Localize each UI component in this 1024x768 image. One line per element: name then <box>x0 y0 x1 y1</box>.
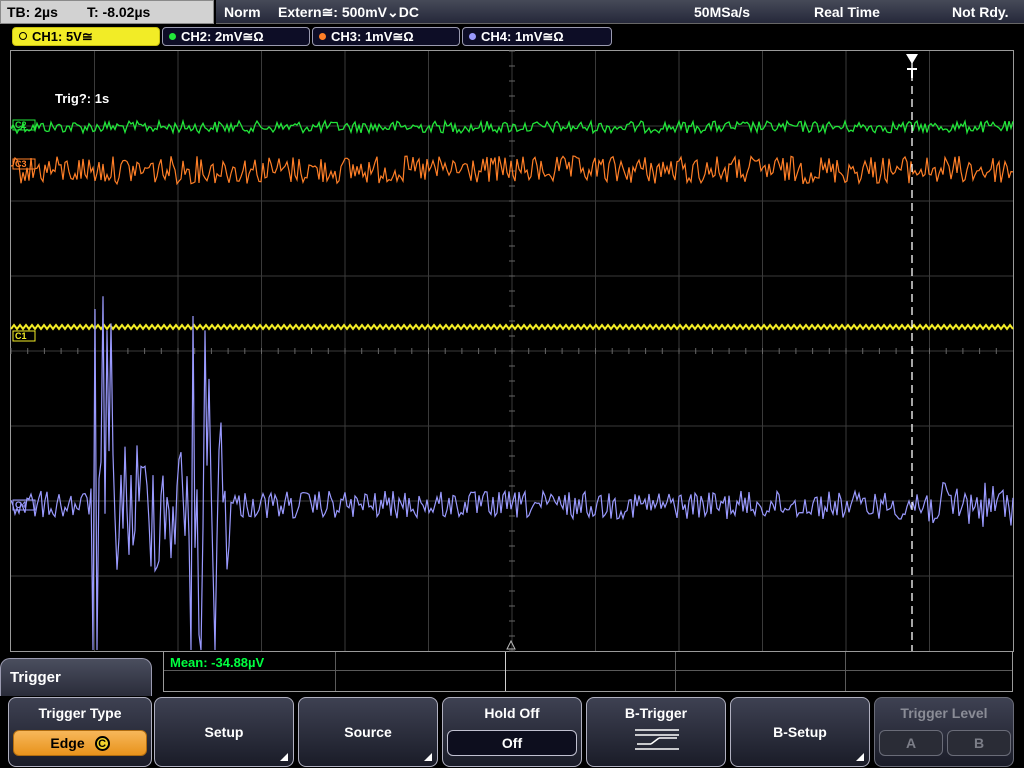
source-softkey[interactable]: Source <box>298 697 438 767</box>
graticule <box>10 50 1013 652</box>
b-setup-softkey[interactable]: B-Setup <box>730 697 870 767</box>
menu-title: Trigger <box>0 658 152 696</box>
setup-softkey[interactable]: Setup <box>154 697 294 767</box>
submenu-arrow-icon <box>280 753 288 761</box>
center-marker-icon <box>506 639 516 650</box>
b-trigger-softkey[interactable]: B-Trigger <box>586 697 726 767</box>
trigger-down-arrow-icon <box>906 54 918 64</box>
b-trigger-toggle-icon <box>635 729 679 750</box>
b-setup-label: B-Setup <box>773 724 827 740</box>
submenu-arrow-icon <box>856 753 864 761</box>
hold-off-value-text: Off <box>501 735 523 751</box>
ch1-marker-label: C1 <box>15 331 27 341</box>
waveform-canvas: C2 C3 C1 C4 <box>10 50 1014 652</box>
trigger-level-a-button[interactable]: A <box>879 730 943 756</box>
trigger-type-label: Trigger Type <box>38 705 122 721</box>
submenu-arrow-icon <box>424 753 432 761</box>
hold-off-softkey[interactable]: Hold Off Off <box>442 697 582 767</box>
hold-off-label: Hold Off <box>484 705 540 721</box>
b-trigger-label: B-Trigger <box>624 705 688 721</box>
source-label: Source <box>344 724 392 740</box>
measurement-panel[interactable] <box>163 652 1013 692</box>
ch2-marker-label: C2 <box>15 120 27 130</box>
ch4-marker-label: C4 <box>15 500 27 510</box>
trigger-level-b-button[interactable]: B <box>947 730 1011 756</box>
hold-off-value[interactable]: Off <box>447 730 577 756</box>
trigger-type-value[interactable]: Edge C <box>13 730 147 756</box>
rotary-knob-icon: C <box>94 736 110 751</box>
mean-measurement: Mean: -34.88µV <box>170 655 265 670</box>
trigger-level-softkey[interactable]: Trigger Level A B <box>874 697 1014 767</box>
trigger-type-value-text: Edge <box>50 735 85 751</box>
trigger-info-label: Trig?: 1s <box>55 91 110 106</box>
trigger-type-softkey[interactable]: Trigger Type Edge C <box>8 697 152 767</box>
ch3-marker-label: C3 <box>15 159 27 169</box>
trigger-level-label: Trigger Level <box>900 705 988 721</box>
setup-label: Setup <box>204 724 244 740</box>
